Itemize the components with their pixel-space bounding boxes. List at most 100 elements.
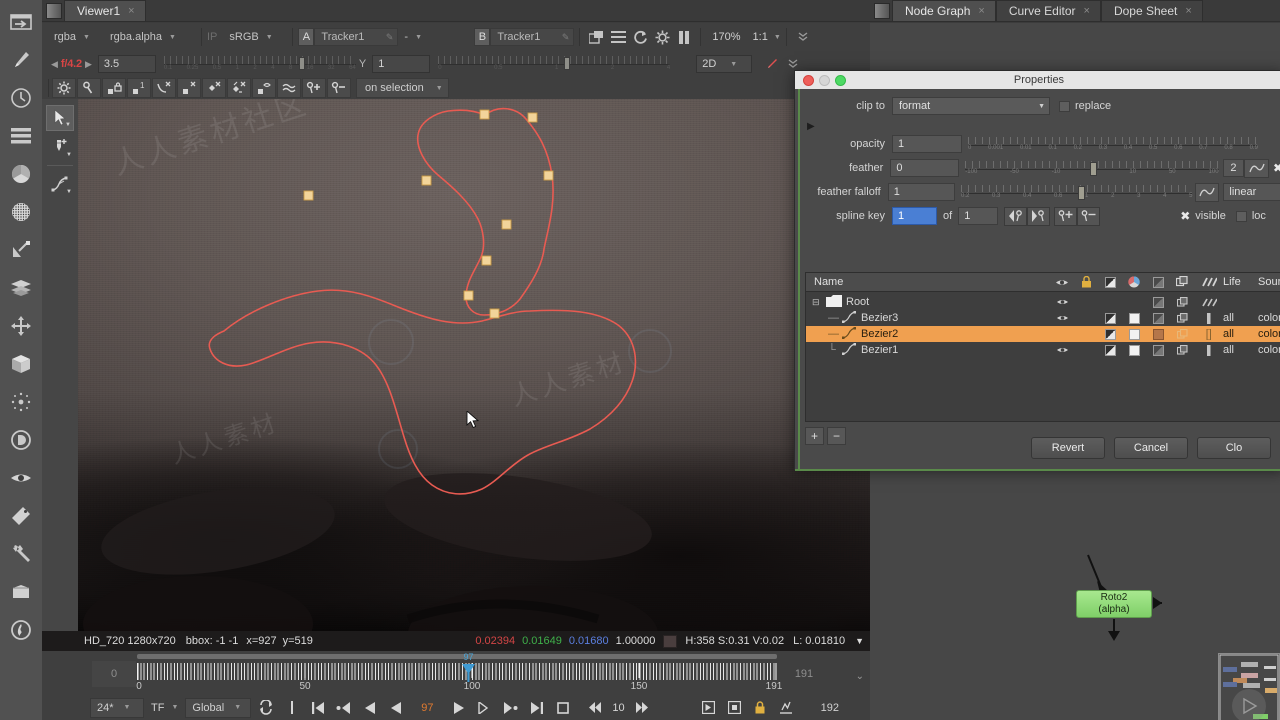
- opacity-slider[interactable]: 0 0.001 0.01 0.1 0.2 0.3 0.4 0.5 0.6 0.7 0.8 0.9: [968, 134, 1258, 154]
- ab-mode-combo[interactable]: - ▼: [398, 28, 474, 47]
- viewer-tab-grip[interactable]: [46, 3, 62, 19]
- falloff-curve-button[interactable]: [1195, 182, 1220, 202]
- layers-stack-icon[interactable]: [6, 122, 36, 150]
- play-reverse-icon[interactable]: [384, 698, 407, 718]
- list-view-icon[interactable]: [607, 27, 629, 47]
- feather-input[interactable]: 0: [890, 159, 960, 177]
- channel-combo[interactable]: rgba ▼: [48, 28, 104, 47]
- lock-icon[interactable]: [749, 698, 772, 718]
- exposure-prev-arrow[interactable]: ◀: [48, 59, 61, 70]
- exposure-slider-knob[interactable]: [298, 57, 305, 70]
- falloff-slider-knob[interactable]: [1077, 186, 1085, 200]
- next-key-button[interactable]: [1027, 206, 1051, 226]
- exposure-slider[interactable]: 0.1 0.25 0.5 1 2 4 8 16 32 64: [163, 55, 356, 73]
- spline-key-input[interactable]: 1: [892, 207, 937, 225]
- eye-icon[interactable]: [1054, 314, 1070, 322]
- feather-slider-knob[interactable]: [1090, 162, 1098, 176]
- step-back-frames-icon[interactable]: [583, 698, 606, 718]
- exposure-input[interactable]: 3.5: [97, 55, 156, 73]
- fps-combo[interactable]: 24* ▼: [90, 697, 144, 718]
- feather-clear-icon[interactable]: ✖: [1273, 161, 1280, 175]
- spline-upper-path[interactable]: [416, 107, 554, 316]
- right-tab-grip[interactable]: [874, 3, 890, 19]
- timeline-out-frame[interactable]: 191: [782, 661, 826, 687]
- box-icon[interactable]: [6, 578, 36, 606]
- select-arrow-tool[interactable]: ▼: [46, 105, 74, 131]
- feather-falloff-slider[interactable]: 0.2 0.3 0.4 0.6 1 2 3 4 5: [960, 182, 1193, 202]
- first-frame-icon[interactable]: [306, 698, 329, 718]
- pencil-icon[interactable]: ✎: [562, 32, 570, 43]
- bezier-edit-tool[interactable]: ▼: [46, 171, 74, 197]
- gamma-input[interactable]: 1: [372, 55, 431, 73]
- duplicate-icon[interactable]: [1174, 344, 1190, 356]
- duplicate-icon[interactable]: [1174, 312, 1190, 324]
- eye-icon[interactable]: [6, 464, 36, 492]
- tag-icon[interactable]: [6, 502, 36, 530]
- pen-add-tool[interactable]: ▼: [46, 134, 74, 160]
- tab-node-graph[interactable]: Node Graph ×: [892, 0, 996, 21]
- prev-key-button[interactable]: [1004, 206, 1028, 226]
- prev-key-icon[interactable]: [332, 698, 355, 718]
- spline-lower-path[interactable]: [208, 289, 637, 495]
- current-frame[interactable]: 97: [410, 702, 444, 714]
- close-button[interactable]: Clo: [1197, 437, 1271, 459]
- layer-row-bezier1[interactable]: └ Bezier1 all color: [806, 342, 1280, 358]
- timeline-playhead[interactable]: 97: [462, 652, 475, 682]
- collapse-toggle-icon[interactable]: ⊟: [812, 297, 820, 308]
- import-icon[interactable]: [6, 8, 36, 36]
- halftone-circle-icon[interactable]: [6, 198, 36, 226]
- last-frame-icon[interactable]: [525, 698, 548, 718]
- scope-combo[interactable]: Global ▼: [185, 697, 252, 718]
- out-point-icon[interactable]: [551, 698, 574, 718]
- loop-icon[interactable]: [254, 698, 277, 718]
- layer-combo[interactable]: rgba.alpha ▼: [104, 28, 196, 47]
- roto-pen-icon[interactable]: [6, 236, 36, 264]
- node-graph-minimap[interactable]: [1218, 653, 1280, 720]
- scale-ratio[interactable]: 1:1: [747, 31, 774, 43]
- play-icon[interactable]: [447, 698, 470, 718]
- color-wheel-icon[interactable]: [6, 160, 36, 188]
- colorspace-combo[interactable]: sRGB ▼: [223, 28, 287, 47]
- timeline-scrollbar[interactable]: [137, 654, 777, 659]
- tab-viewer1[interactable]: Viewer1 ×: [64, 0, 146, 21]
- visible-checkbox[interactable]: ✖: [1180, 209, 1190, 223]
- viewer-canvas[interactable]: ▼ ▼ ▼: [42, 99, 870, 631]
- clip-to-combo[interactable]: format ▼: [892, 97, 1050, 115]
- feather-curve-button[interactable]: [1244, 158, 1269, 178]
- gamma-slider-knob[interactable]: [564, 57, 571, 70]
- export-icon[interactable]: [775, 698, 798, 718]
- cube-3d-icon[interactable]: [6, 350, 36, 378]
- eye-icon[interactable]: [1054, 298, 1070, 306]
- play-step-icon[interactable]: [473, 698, 496, 718]
- smooth-wave-icon[interactable]: [277, 78, 301, 98]
- opacity-swatch[interactable]: [1150, 344, 1166, 356]
- tf-combo[interactable]: TF ▼: [147, 698, 182, 718]
- blur-bar-icon[interactable]: [1200, 328, 1218, 340]
- point-x-icon[interactable]: [177, 78, 201, 98]
- b-input-field[interactable]: Tracker1 ✎: [490, 28, 575, 46]
- expand-chevrons-icon[interactable]: [792, 27, 814, 47]
- motion-blur-icon[interactable]: [1200, 298, 1218, 307]
- stop-icon[interactable]: [723, 698, 746, 718]
- chevron-down-icon[interactable]: ▼: [774, 34, 781, 41]
- layer-row-bezier3[interactable]: — Bezier3 all color: [806, 310, 1280, 326]
- blur-bar-icon[interactable]: [1200, 312, 1218, 324]
- render-icon[interactable]: [697, 698, 720, 718]
- refresh-icon[interactable]: [629, 27, 651, 47]
- spline-control-points[interactable]: [303, 109, 554, 319]
- opacity-input[interactable]: 1: [892, 135, 962, 153]
- step-forward-frames-icon[interactable]: [631, 698, 654, 718]
- add-point-icon[interactable]: [302, 78, 326, 98]
- curve-x-icon[interactable]: [152, 78, 176, 98]
- color-swatch[interactable]: [1126, 328, 1142, 340]
- remove-point-icon[interactable]: [327, 78, 351, 98]
- eye-icon[interactable]: [1054, 346, 1070, 354]
- zoom-level[interactable]: 170%: [706, 31, 746, 43]
- a-input-badge[interactable]: A: [298, 28, 315, 46]
- flame-icon[interactable]: [6, 616, 36, 644]
- node-roto2[interactable]: Roto2 (alpha): [1076, 590, 1152, 618]
- gamma-slider[interactable]: 0 0.5 1 2 4: [438, 55, 671, 73]
- matte-swatch[interactable]: [1102, 312, 1118, 324]
- first-point-icon[interactable]: 1: [127, 78, 151, 98]
- transform-x-icon[interactable]: [227, 78, 251, 98]
